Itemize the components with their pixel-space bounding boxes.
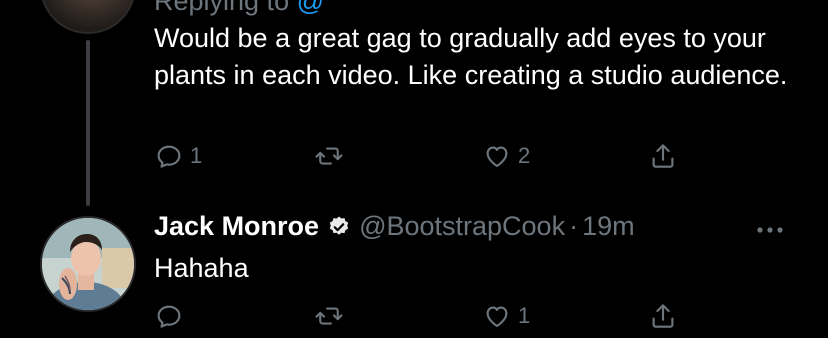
like-button[interactable]: 1 [482, 298, 530, 334]
like-button[interactable]: 2 [482, 138, 530, 174]
share-button[interactable] [648, 298, 678, 334]
share-icon [652, 144, 674, 168]
more-icon[interactable] [752, 220, 788, 240]
retweet-icon [315, 307, 343, 325]
heart-icon [486, 146, 508, 168]
replying-to-label: Replying to [154, 0, 290, 16]
like-count: 2 [518, 143, 531, 168]
heart-icon [486, 306, 508, 328]
thread-line [86, 40, 90, 206]
tweet-thread: Replying to @ Would be a great gag to gr… [0, 0, 828, 338]
tweet-header: Jack Monroe @BootstrapCook · 19m [154, 211, 635, 242]
share-button[interactable] [648, 138, 678, 174]
retweet-button[interactable] [314, 298, 350, 334]
replying-to-link[interactable]: @ [297, 0, 324, 16]
tweet-actions: 1 [154, 298, 714, 334]
like-count: 1 [518, 303, 531, 328]
retweet-button[interactable] [314, 138, 350, 174]
avatar[interactable] [40, 0, 136, 34]
reply-icon [157, 305, 181, 328]
avatar[interactable] [40, 216, 136, 312]
reply-count: 1 [190, 143, 203, 168]
verified-icon [329, 216, 349, 235]
tweet-actions: 1 2 [154, 138, 714, 174]
replying-to-header: Replying to @ [154, 0, 324, 17]
tweet-text: Would be a great gag to gradually add ey… [154, 23, 788, 90]
reply-button[interactable] [154, 298, 190, 334]
retweet-icon [315, 147, 343, 165]
tweet-time[interactable]: 19m [582, 211, 635, 242]
avatar-photo [42, 218, 134, 310]
reply-button[interactable]: 1 [154, 138, 202, 174]
separator-dot: · [569, 211, 579, 241]
reply-icon [157, 145, 181, 168]
user-handle[interactable]: @BootstrapCook [359, 211, 565, 242]
display-name[interactable]: Jack Monroe [154, 211, 319, 242]
tweet-text: Hahaha [154, 253, 249, 283]
share-icon [652, 304, 674, 328]
